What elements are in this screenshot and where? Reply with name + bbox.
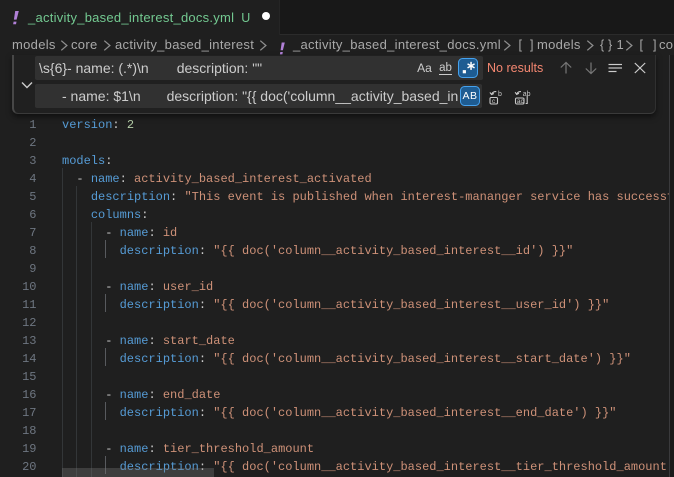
svg-text:ab: ab — [523, 91, 531, 98]
svg-text:ac: ac — [517, 98, 525, 105]
svg-text:b: b — [498, 91, 502, 98]
